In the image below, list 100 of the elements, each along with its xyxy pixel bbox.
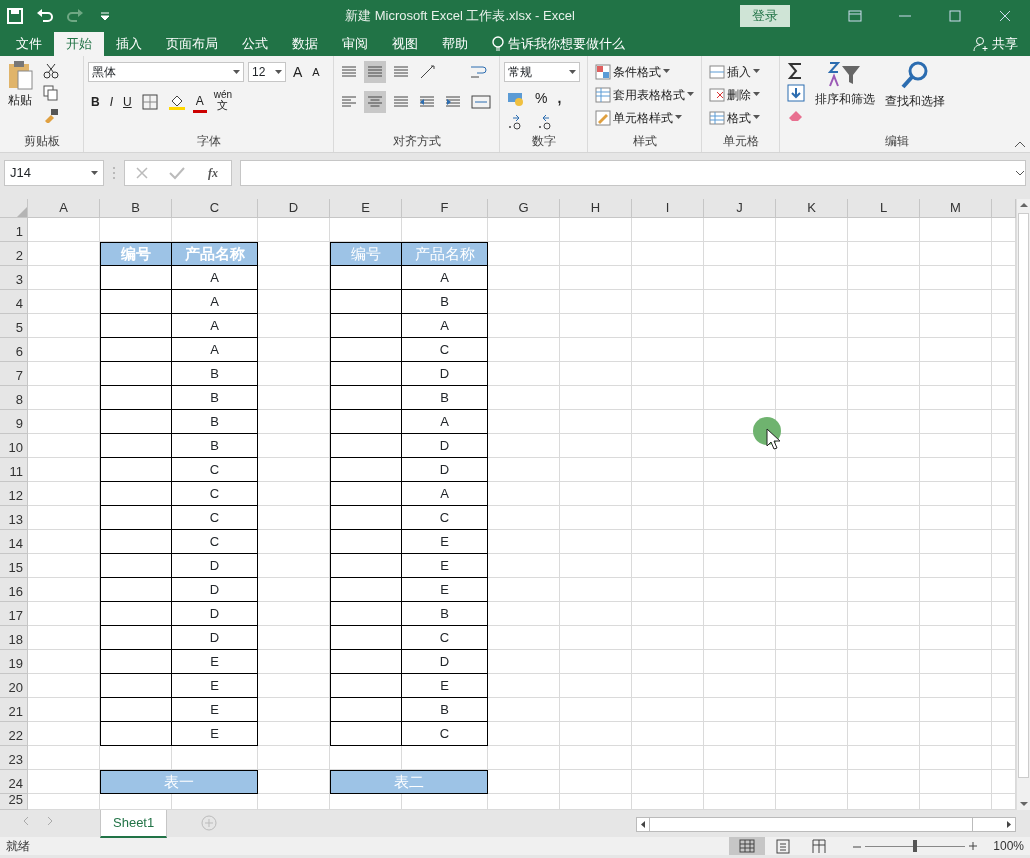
sheet-cell[interactable] [632,554,704,578]
sheet-cell[interactable] [258,362,330,386]
row-header[interactable]: 20 [0,674,28,698]
sheet-cell[interactable] [560,746,632,770]
column-header[interactable]: K [776,199,848,218]
row-header[interactable]: 21 [0,698,28,722]
row-header[interactable]: 3 [0,266,28,290]
sheet-cell[interactable] [560,266,632,290]
sheet-cell[interactable] [920,530,992,554]
sheet-cell[interactable] [776,362,848,386]
collapse-ribbon-icon[interactable] [1014,140,1026,148]
sheet-cell[interactable] [488,410,560,434]
sheet-cell[interactable] [258,218,330,242]
row-header[interactable]: 10 [0,434,28,458]
sheet-cell[interactable] [848,314,920,338]
sheet-cell[interactable] [488,602,560,626]
sheet-cell[interactable] [920,362,992,386]
sheet-cell[interactable] [258,626,330,650]
sheet-cell[interactable] [632,626,704,650]
sheet-cell[interactable] [632,746,704,770]
sheet-cell[interactable] [776,458,848,482]
sheet-cell[interactable] [776,314,848,338]
sheet-cell[interactable] [28,650,100,674]
row-header[interactable]: 5 [0,314,28,338]
ribbon-tab[interactable]: 数据 [280,32,330,56]
sheet-cell[interactable] [632,458,704,482]
middle-align-button[interactable] [364,61,386,83]
font-color-button[interactable]: A [192,91,207,113]
column-header[interactable]: E [330,199,402,218]
column-header[interactable]: J [704,199,776,218]
sheet-cell[interactable] [848,410,920,434]
sheet-cell[interactable] [560,410,632,434]
sheet-cell[interactable] [560,338,632,362]
font-name-field[interactable]: 黑体 [88,62,244,82]
sheet-cell[interactable] [920,746,992,770]
align-center-button[interactable] [364,91,386,113]
percent-button[interactable]: % [532,87,551,109]
sheet-cell[interactable] [848,698,920,722]
ribbon-tab[interactable]: 视图 [380,32,430,56]
undo-icon[interactable] [36,7,54,25]
sheet-cell[interactable] [920,410,992,434]
row-header[interactable]: 23 [0,746,28,770]
login-button[interactable]: 登录 [740,5,790,27]
row-header[interactable]: 17 [0,602,28,626]
sheet-cell[interactable] [632,266,704,290]
insert-function-button[interactable]: fx [205,162,221,184]
sheet-cell[interactable] [560,626,632,650]
sheet-cell[interactable] [776,746,848,770]
sheet-cell[interactable] [920,650,992,674]
sheet-cell[interactable] [488,626,560,650]
sheet-cell[interactable] [776,602,848,626]
sheet-cell[interactable] [704,362,776,386]
sheet-cell[interactable] [258,698,330,722]
sheet-cell[interactable] [28,674,100,698]
sheet-cell[interactable] [258,674,330,698]
phonetic-button[interactable]: wén 文 [210,90,236,114]
column-header[interactable]: D [258,199,330,218]
sheet-cell[interactable] [920,434,992,458]
ribbon-tab[interactable]: 帮助 [430,32,480,56]
sheet-cell[interactable] [920,602,992,626]
sheet-cell[interactable] [488,722,560,746]
sheet-cell[interactable] [704,770,776,794]
ribbon-tab[interactable]: 插入 [104,32,154,56]
row-header[interactable]: 13 [0,506,28,530]
column-header[interactable]: C [172,199,258,218]
sheet-cell[interactable] [704,650,776,674]
sheet-cell[interactable] [704,314,776,338]
sheet-cell[interactable] [28,698,100,722]
sheet-cell[interactable] [704,506,776,530]
sheet-cell[interactable] [632,482,704,506]
row-header[interactable]: 19 [0,650,28,674]
sheet-cell[interactable] [704,482,776,506]
sheet-cell[interactable] [704,698,776,722]
sheet-cell[interactable] [258,386,330,410]
sheet-cell[interactable] [704,578,776,602]
sheet-cell[interactable] [632,314,704,338]
sheet-cell[interactable] [776,386,848,410]
sheet-cell[interactable] [560,386,632,410]
sheet-cell[interactable] [28,722,100,746]
sheet-cell[interactable] [560,458,632,482]
sheet-cell[interactable] [920,722,992,746]
sheet-cell[interactable] [258,482,330,506]
sheet-cell[interactable] [704,266,776,290]
sheet-cell[interactable] [632,674,704,698]
sheet-cell[interactable] [632,242,704,266]
column-header[interactable]: A [28,199,100,218]
sheet-cell[interactable] [488,506,560,530]
sheet-cell[interactable] [776,530,848,554]
underline-button[interactable]: U [120,91,135,113]
sheet-cell[interactable] [632,578,704,602]
sheet-cell[interactable] [632,434,704,458]
sheet-cell[interactable] [848,434,920,458]
sheet-cell[interactable] [28,386,100,410]
sheet-cell[interactable] [258,530,330,554]
sheet-cell[interactable] [776,770,848,794]
sheet-cell[interactable] [488,746,560,770]
sheet-cell[interactable] [848,650,920,674]
italic-button[interactable]: I [106,91,116,113]
sheet-cell[interactable] [848,458,920,482]
sheet-cell[interactable] [488,530,560,554]
